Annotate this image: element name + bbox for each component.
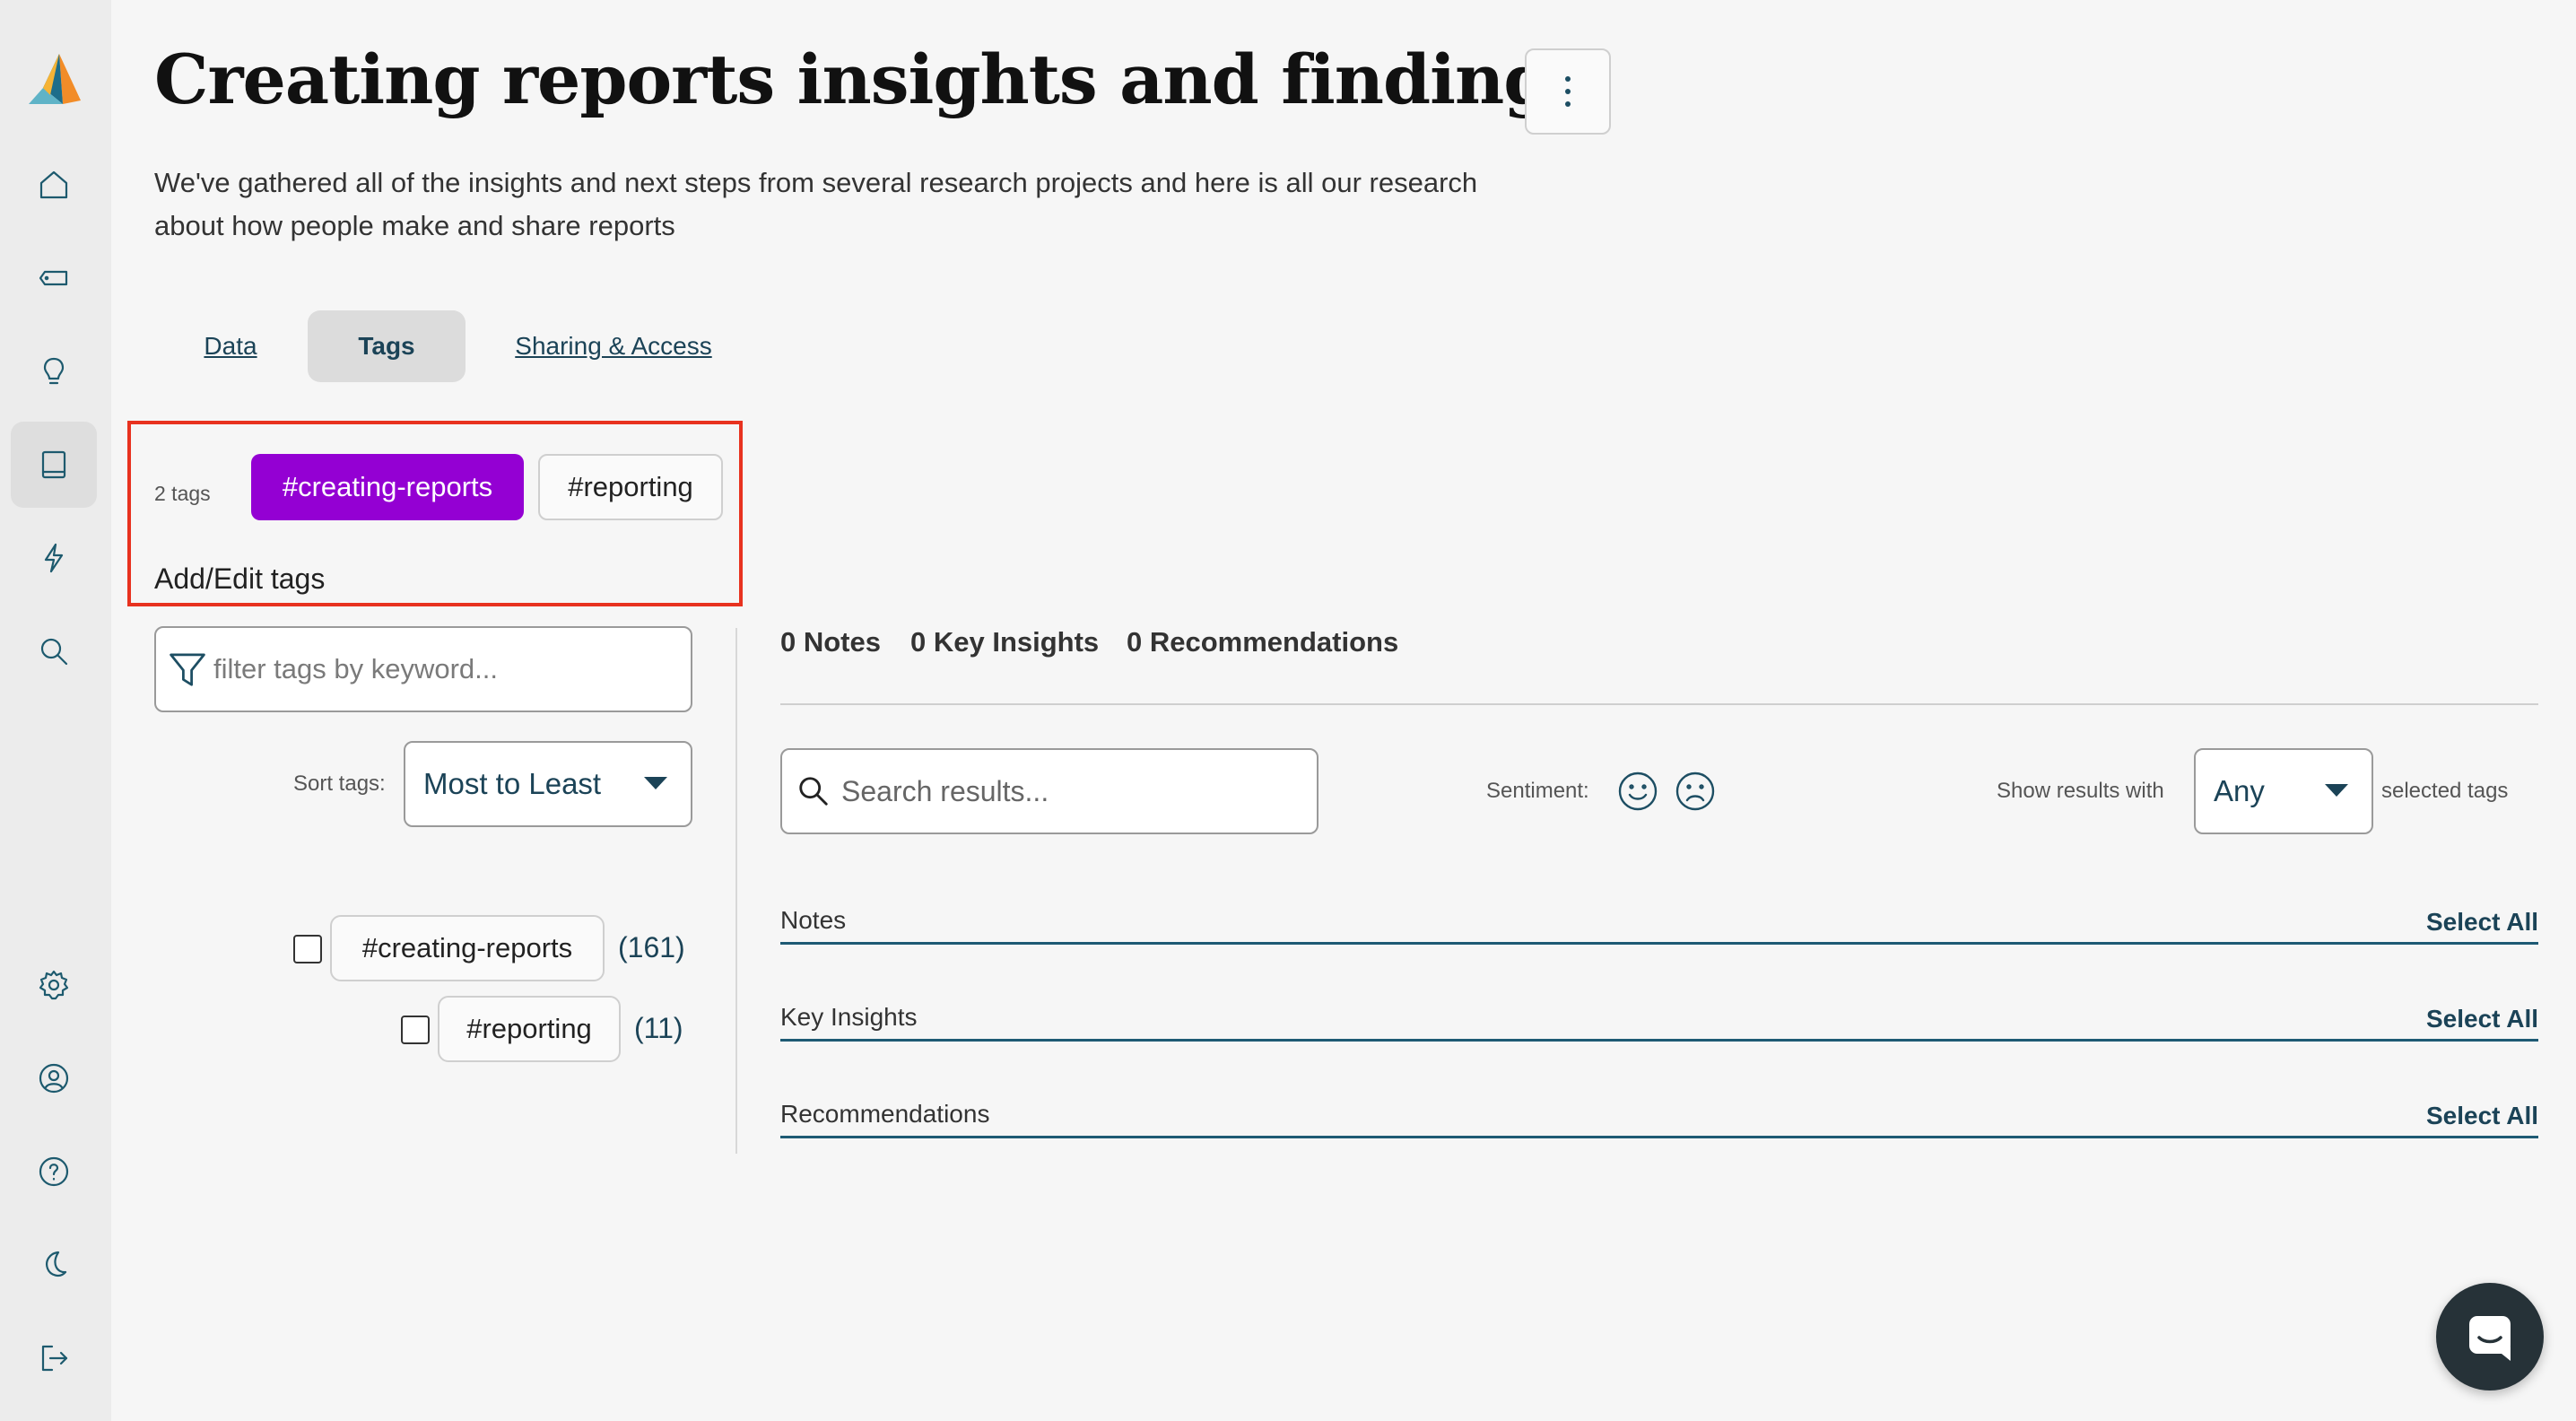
section-notes-label: Notes (780, 906, 847, 934)
search-results-input[interactable] (841, 774, 1308, 808)
section-recommendations-label: Recommendations (780, 1100, 990, 1128)
sort-tags-value: Most to Least (423, 767, 602, 800)
column-divider (735, 628, 737, 1154)
notes-count: 0 Notes (780, 626, 881, 658)
app-logo[interactable] (27, 52, 84, 109)
tag-checkbox[interactable] (293, 935, 322, 963)
nav-insights[interactable] (11, 328, 97, 414)
sentiment-label: Sentiment: (1486, 779, 1589, 803)
divider (780, 703, 2538, 705)
lightning-icon (44, 543, 64, 573)
tag-usage-count: (161) (618, 931, 685, 963)
section-divider (780, 942, 2538, 945)
frown-icon[interactable] (1674, 770, 1717, 813)
selected-tags-label: selected tags (2381, 779, 2509, 803)
gear-icon (39, 970, 69, 1000)
tab-sharing-access[interactable]: Sharing & Access (495, 310, 732, 382)
project-description: We've gathered all of the insights and n… (154, 167, 1478, 241)
more-vertical-icon (1565, 73, 1571, 110)
book-icon (41, 450, 66, 479)
search-icon (40, 638, 68, 666)
nav-search[interactable] (11, 608, 97, 694)
search-results-field[interactable] (780, 748, 1318, 834)
nav-help[interactable] (11, 1129, 97, 1215)
logout-icon (41, 1345, 68, 1372)
filter-tags-field[interactable] (154, 626, 692, 712)
tag-icon (39, 270, 68, 286)
select-all-recommendations-button[interactable]: Select All (2426, 1102, 2538, 1130)
nav-settings[interactable] (11, 942, 97, 1028)
section-divider (780, 1136, 2538, 1138)
tag-count: 2 tags (154, 482, 211, 505)
applied-tag-chip[interactable]: #reporting (538, 454, 723, 520)
caret-down-icon (644, 777, 667, 789)
tag-filter-chip[interactable]: #reporting (438, 996, 621, 1062)
tab-data[interactable]: Data (179, 310, 282, 382)
tag-usage-count: (11) (634, 1012, 683, 1044)
help-icon (39, 1156, 69, 1187)
nav-account[interactable] (11, 1035, 97, 1121)
lightbulb-icon (43, 357, 65, 385)
tag-match-value: Any (2214, 774, 2265, 807)
nav-dark-mode[interactable] (11, 1222, 97, 1308)
section-key-insights-label: Key Insights (780, 1003, 918, 1031)
nav-automations[interactable] (11, 515, 97, 601)
tag-checkbox[interactable] (401, 1016, 430, 1044)
nav-tags[interactable] (11, 235, 97, 321)
search-icon (799, 777, 828, 806)
sort-tags-select[interactable]: Most to Least (404, 741, 692, 827)
nav-logout[interactable] (11, 1315, 97, 1401)
tab-tags[interactable]: Tags (308, 310, 466, 382)
chat-launcher-button[interactable] (2436, 1283, 2544, 1390)
moon-icon (46, 1251, 67, 1277)
applied-tag-chip[interactable]: #creating-reports (251, 454, 524, 520)
recommendations-count: 0 Recommendations (1127, 626, 1399, 658)
tag-match-select[interactable]: Any (2194, 748, 2373, 834)
caret-down-icon (2325, 784, 2348, 797)
home-icon (39, 170, 68, 199)
smile-icon[interactable] (1616, 770, 1659, 813)
sort-tags-label: Sort tags: (293, 772, 386, 796)
select-all-notes-button[interactable]: Select All (2426, 908, 2538, 937)
filter-icon (170, 653, 205, 686)
key-insights-count: 0 Key Insights (910, 626, 1100, 658)
add-edit-tags-link[interactable]: Add/Edit tags (154, 562, 325, 596)
page-title: Creating reports insights and findings (154, 39, 1588, 119)
show-results-label: Show results with (1997, 779, 2164, 803)
tag-filter-chip[interactable]: #creating-reports (330, 915, 605, 981)
chat-icon (2469, 1316, 2511, 1361)
nav-home[interactable] (11, 142, 97, 228)
select-all-key-insights-button[interactable]: Select All (2426, 1005, 2538, 1033)
nav-projects[interactable] (11, 422, 97, 508)
filter-tags-input[interactable] (213, 653, 680, 685)
section-divider (780, 1039, 2538, 1042)
more-options-button[interactable] (1525, 48, 1611, 135)
user-circle-icon (39, 1063, 69, 1094)
sidebar (0, 0, 111, 1421)
